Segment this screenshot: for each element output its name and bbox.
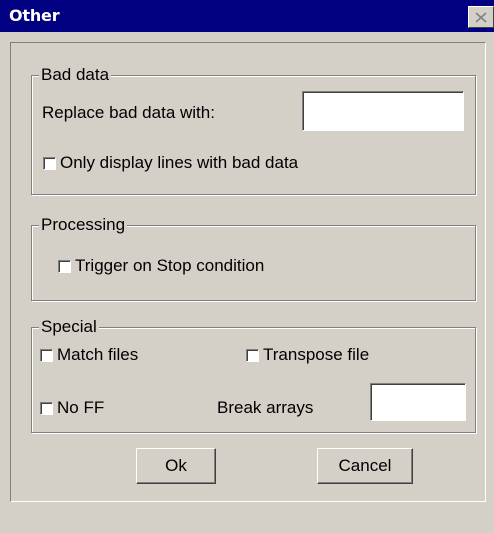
bad-data-legend: Bad data xyxy=(39,64,112,86)
replace-bad-data-label: Replace bad data with: xyxy=(42,103,215,122)
break-arrays-label: Break arrays xyxy=(217,398,314,417)
trigger-on-stop-checkbox[interactable] xyxy=(58,260,71,273)
special-group: Special Match files Transpose file No FF… xyxy=(31,316,476,433)
title-bar[interactable]: Other xyxy=(0,0,494,32)
transpose-file-label[interactable]: Transpose file xyxy=(263,344,369,366)
window-title: Other xyxy=(9,6,60,25)
cancel-button[interactable]: Cancel xyxy=(317,448,413,484)
only-display-bad-data-label[interactable]: Only display lines with bad data xyxy=(60,152,298,174)
close-icon xyxy=(475,11,487,23)
bad-data-group: Bad data Replace bad data with: Only dis… xyxy=(31,64,476,195)
close-button[interactable] xyxy=(468,6,494,28)
other-dialog: Other Bad data Replace bad data with: On… xyxy=(0,0,494,533)
match-files-checkbox[interactable] xyxy=(40,349,53,362)
match-files-label[interactable]: Match files xyxy=(57,344,138,366)
no-ff-label[interactable]: No FF xyxy=(57,397,104,419)
break-arrays-input[interactable] xyxy=(370,383,466,421)
no-ff-checkbox[interactable] xyxy=(40,402,53,415)
only-display-bad-data-checkbox[interactable] xyxy=(43,157,56,170)
transpose-file-checkbox[interactable] xyxy=(246,349,259,362)
ok-button[interactable]: Ok xyxy=(136,448,216,484)
trigger-on-stop-label[interactable]: Trigger on Stop condition xyxy=(75,255,264,277)
processing-legend: Processing xyxy=(39,214,128,236)
replace-bad-data-input[interactable] xyxy=(302,91,464,131)
special-legend: Special xyxy=(39,316,99,338)
dialog-body: Bad data Replace bad data with: Only dis… xyxy=(10,42,486,502)
processing-group: Processing Trigger on Stop condition xyxy=(31,214,476,301)
